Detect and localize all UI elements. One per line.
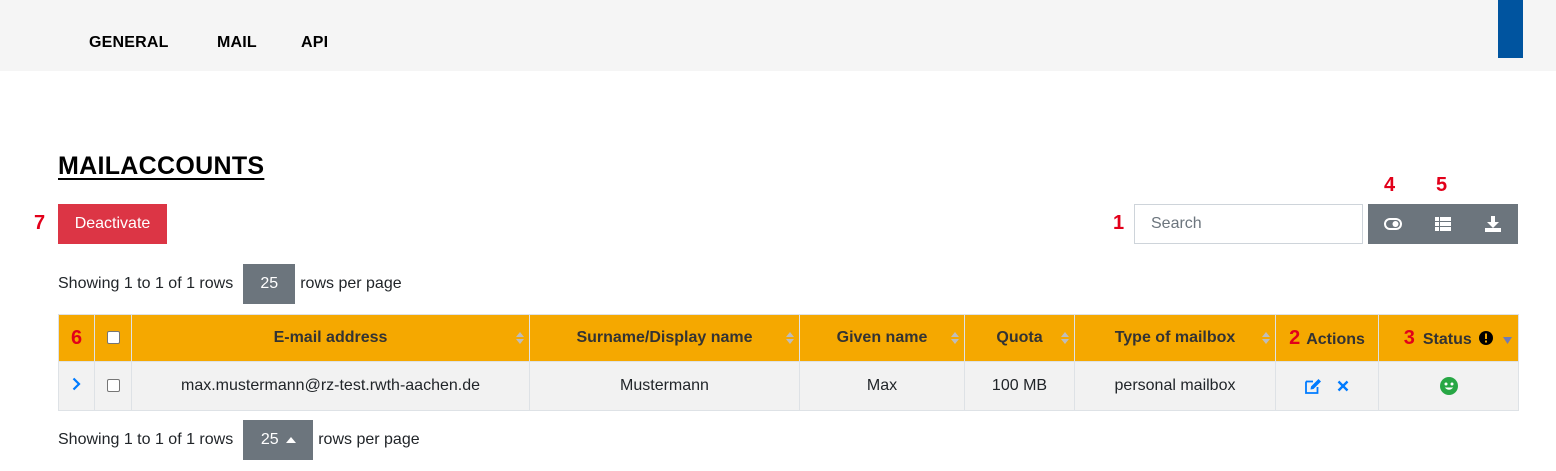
marker-1: 1 xyxy=(1113,212,1125,234)
filter-caret-icon xyxy=(1503,337,1512,344)
column-header-given-name[interactable]: Given name xyxy=(799,314,965,362)
page-size-dropdown[interactable]: 25 xyxy=(243,420,314,460)
nav-mail[interactable]: MAIL xyxy=(217,34,257,52)
pagination-info-bottom: Showing 1 to 1 of 1 rows 25 rows per pag… xyxy=(58,420,420,460)
showing-text: Showing 1 to 1 of 1 rows xyxy=(58,275,234,292)
actions-cell xyxy=(1275,361,1379,411)
type-cell: personal mailbox xyxy=(1074,361,1276,411)
rows-per-page-label: rows per page xyxy=(300,275,402,292)
edit-icon[interactable] xyxy=(1305,378,1322,394)
column-header-quota[interactable]: Quota xyxy=(964,314,1075,362)
table-header-row: 6 E-mail address Surname/Display name Gi… xyxy=(58,314,1519,362)
column-label-email: E-mail address xyxy=(273,329,388,346)
page-size-button[interactable]: 25 xyxy=(243,264,296,304)
column-label-status: Status xyxy=(1422,330,1472,348)
top-navigation: GENERAL MAIL API xyxy=(0,0,1556,71)
header-detail-cell: 6 xyxy=(58,314,95,362)
column-label-surname: Surname/Display name xyxy=(576,329,753,346)
column-label-type: Type of mailbox xyxy=(1114,329,1236,346)
row-checkbox[interactable] xyxy=(106,379,120,393)
toggle-icon xyxy=(1384,218,1402,230)
info-icon[interactable] xyxy=(1479,330,1494,345)
column-label-quota: Quota xyxy=(996,329,1043,346)
marker-7: 7 xyxy=(34,212,46,234)
pagination-info-top: Showing 1 to 1 of 1 rows 25 rows per pag… xyxy=(58,264,402,304)
marker-6: 6 xyxy=(70,326,83,349)
select-all-checkbox[interactable] xyxy=(106,331,120,345)
column-header-type[interactable]: Type of mailbox xyxy=(1074,314,1276,362)
column-label-actions: Actions xyxy=(1306,330,1365,348)
surname-cell: Mustermann xyxy=(529,361,800,411)
toggle-view-button[interactable] xyxy=(1368,204,1418,244)
page-title: MAILACCOUNTS xyxy=(58,152,265,180)
header-select-cell xyxy=(94,314,132,362)
select-cell xyxy=(94,361,132,411)
quota-cell: 100 MB xyxy=(964,361,1075,411)
column-header-email[interactable]: E-mail address xyxy=(131,314,530,362)
columns-button[interactable] xyxy=(1418,204,1468,244)
given-name-cell: Max xyxy=(799,361,965,411)
sort-icon xyxy=(951,332,959,344)
delete-icon[interactable] xyxy=(1337,380,1349,392)
email-cell: max.mustermann@rz-test.rwth-aachen.de xyxy=(131,361,530,411)
brand-bar xyxy=(1498,0,1523,58)
showing-text: Showing 1 to 1 of 1 rows xyxy=(58,431,234,448)
column-header-status[interactable]: 3 Status xyxy=(1378,314,1519,362)
sort-icon xyxy=(786,332,794,344)
column-header-surname[interactable]: Surname/Display name xyxy=(529,314,800,362)
deactivate-button[interactable]: Deactivate xyxy=(58,204,167,244)
nav-general[interactable]: GENERAL xyxy=(89,34,169,52)
marker-4: 4 xyxy=(1384,174,1396,196)
table-toolbar xyxy=(1368,204,1518,244)
sort-icon xyxy=(516,332,524,344)
smiley-status-icon xyxy=(1439,376,1458,395)
search-input[interactable] xyxy=(1134,204,1363,244)
rows-per-page-label: rows per page xyxy=(318,431,420,448)
export-button[interactable] xyxy=(1468,204,1518,244)
mailaccounts-table: 6 E-mail address Surname/Display name Gi… xyxy=(58,314,1519,411)
table-row: max.mustermann@rz-test.rwth-aachen.de Mu… xyxy=(58,361,1519,411)
status-cell xyxy=(1378,361,1519,411)
column-label-given-name: Given name xyxy=(836,329,928,346)
columns-icon xyxy=(1435,217,1451,231)
nav-api[interactable]: API xyxy=(301,34,328,52)
caret-up-icon xyxy=(285,437,296,443)
expand-cell xyxy=(58,361,95,411)
download-icon xyxy=(1485,216,1501,232)
marker-3: 3 xyxy=(1403,326,1415,349)
marker-5: 5 xyxy=(1436,174,1448,196)
marker-2: 2 xyxy=(1289,326,1301,349)
chevron-right-icon[interactable] xyxy=(72,377,81,391)
sort-icon xyxy=(1061,332,1069,344)
column-header-actions: 2 Actions xyxy=(1275,314,1379,362)
sort-icon xyxy=(1262,332,1270,344)
page-size-value: 25 xyxy=(260,431,279,448)
